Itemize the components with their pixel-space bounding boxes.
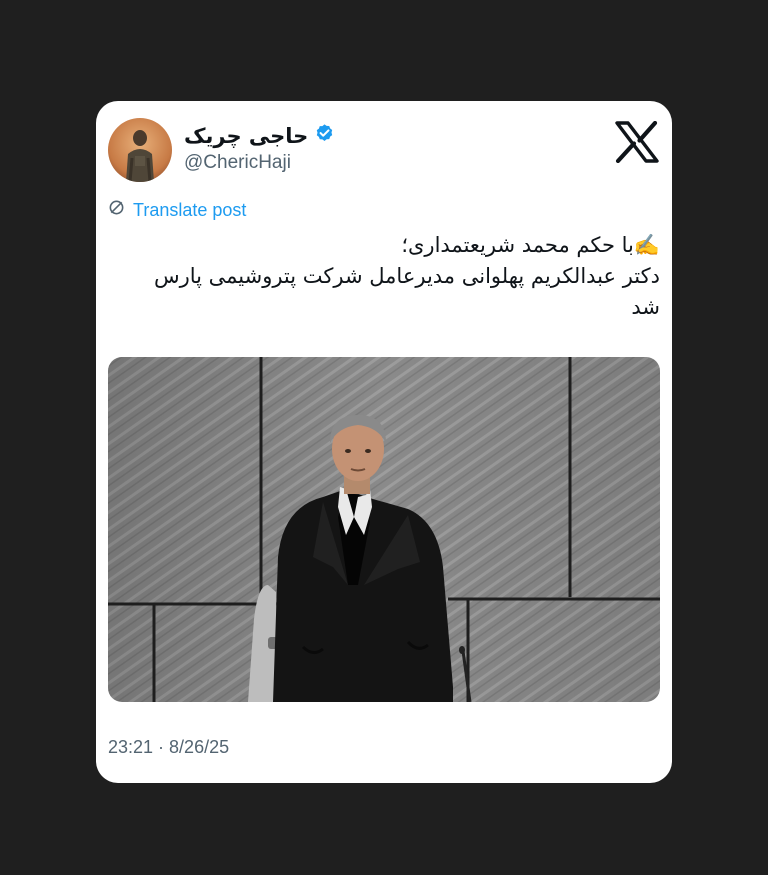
tweet-media-image[interactable] [108,357,660,702]
tweet-text-line: ✍️با حکم محمد شریعتمداری؛ [401,233,660,257]
translate-globe-icon [108,199,125,221]
tweet-text-line: دکتر عبدالکریم پهلوانی مدیرعامل شرکت پتر… [153,264,660,288]
author-handle[interactable]: @ChericHaji [184,152,291,174]
x-logo-icon[interactable] [615,120,659,164]
author-name-row: حاجی چریک [184,123,335,149]
tweet-timestamp[interactable]: 23:21 · 8/26/25 [108,737,229,758]
verified-badge-icon [314,123,335,149]
author-display-name[interactable]: حاجی چریک [184,124,308,148]
tweet-text-line: شد [631,295,660,319]
tweet-text: ✍️با حکم محمد شریعتمداری؛ دکتر عبدالکریم… [120,230,660,323]
tweet-card: حاجی چریک @ChericHaji Translate post ✍️ب… [96,101,672,783]
translate-post-label: Translate post [133,199,247,220]
author-avatar[interactable] [108,118,172,182]
translate-post-link[interactable]: Translate post [108,199,246,221]
